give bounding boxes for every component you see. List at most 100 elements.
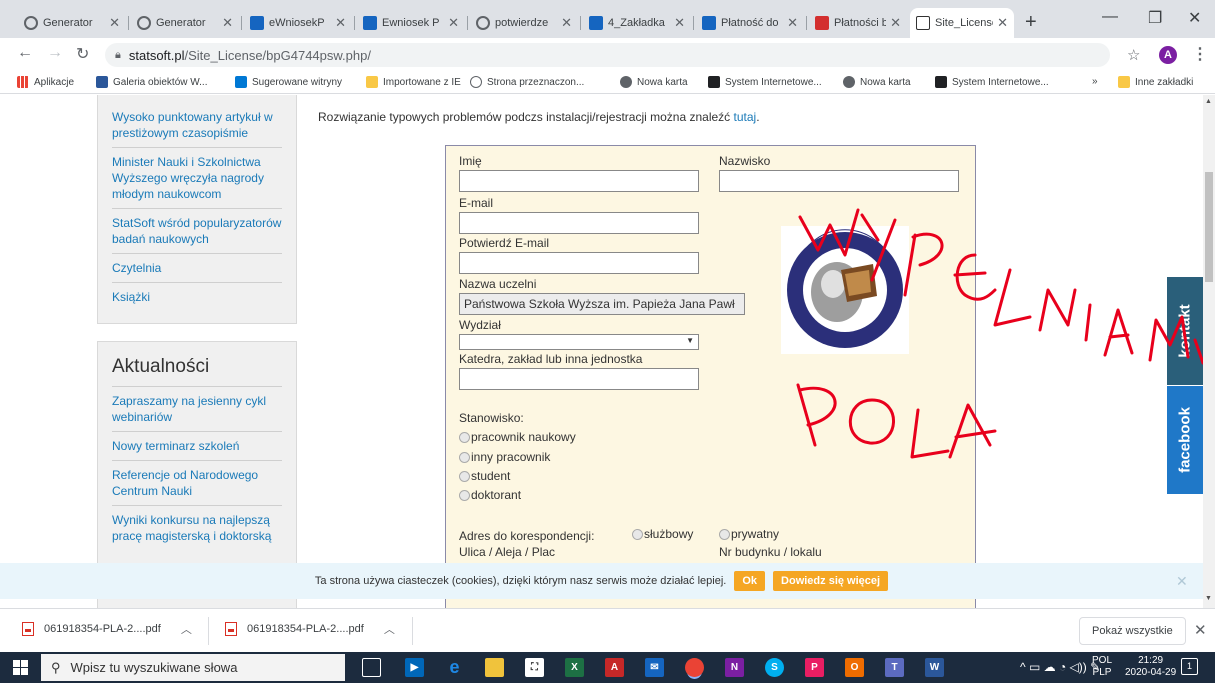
close-tab-icon[interactable]: ✕ [674, 15, 685, 31]
browser-tab[interactable]: potwierdze ✕ [470, 8, 578, 38]
show-all-downloads-button[interactable]: Pokaż wszystkie [1079, 617, 1186, 645]
news-link[interactable]: Zapraszamy na jesienny cykl webinariów [112, 387, 282, 432]
close-tab-icon[interactable]: ✕ [997, 15, 1008, 31]
reload-icon[interactable]: ↻ [76, 44, 89, 64]
bookmark-item[interactable]: Importowane z IE [366, 76, 461, 88]
news-link[interactable]: Wyniki konkursu na najlepszą pracę magis… [112, 506, 282, 550]
close-downloads-icon[interactable]: ✕ [1194, 621, 1207, 639]
mail-icon[interactable]: ✉ [645, 658, 664, 677]
chevron-up-icon[interactable]: ︿ [181, 621, 192, 637]
radio-circle[interactable] [719, 528, 730, 540]
browser-tab[interactable]: Płatność do ✕ [696, 8, 804, 38]
address-radio[interactable]: prywatny [719, 527, 779, 541]
language-indicator[interactable]: POL PLP [1092, 655, 1112, 679]
last-name-input[interactable] [719, 170, 959, 192]
outlook-icon[interactable]: O [845, 658, 864, 677]
university-input[interactable] [459, 293, 745, 315]
menu-dots-icon[interactable]: ⋮ [1192, 44, 1208, 64]
help-link[interactable]: tutaj [734, 110, 757, 124]
close-tab-icon[interactable]: ✕ [561, 15, 572, 31]
radio-circle[interactable] [459, 451, 470, 463]
teams-icon[interactable]: T [885, 658, 904, 677]
restore-icon[interactable]: ❐ [1148, 8, 1162, 28]
radio-circle[interactable] [459, 489, 470, 501]
edge-icon[interactable]: e [445, 658, 464, 677]
download-item[interactable]: 061918354-PLA-2....pdf ︿ [225, 621, 395, 637]
skype-icon[interactable]: S [765, 658, 784, 677]
sidebar-link[interactable]: Czytelnia [112, 254, 282, 283]
browser-tab-active[interactable]: Site_License ✕ [910, 8, 1014, 38]
publisher-icon[interactable]: P [805, 658, 824, 677]
window-close-icon[interactable]: ✕ [1188, 8, 1201, 28]
taskbar-search[interactable]: ⚲ Wpisz tu wyszukiwane słowa [41, 654, 345, 681]
browser-tab[interactable]: eWniosekP ✕ [244, 8, 352, 38]
browser-tab[interactable]: Generator ✕ [18, 8, 126, 38]
system-tray-icons[interactable]: ^ ▭ ☁ ◔ ◁)) ✎ [1020, 660, 1100, 674]
radio-circle[interactable] [632, 528, 643, 540]
department-input[interactable] [459, 368, 699, 390]
position-radio[interactable]: student [459, 469, 510, 483]
profile-avatar[interactable]: A [1159, 46, 1177, 64]
bookmark-star-icon[interactable]: ☆ [1127, 46, 1140, 64]
first-name-input[interactable] [459, 170, 699, 192]
store-icon[interactable]: ⛶ [525, 658, 544, 677]
sidebar-link[interactable]: Książki [112, 283, 282, 311]
cookie-close-icon[interactable]: ✕ [1176, 573, 1188, 590]
chevron-up-icon[interactable]: ︿ [384, 621, 395, 637]
page-scrollbar[interactable]: ▲ ▼ [1203, 95, 1215, 608]
clock[interactable]: 21:29 2020-04-29 [1125, 655, 1176, 679]
scrollbar-thumb[interactable] [1205, 172, 1213, 282]
faculty-select[interactable]: ▼ [459, 334, 699, 350]
cookie-ok-button[interactable]: Ok [734, 571, 766, 591]
position-radio[interactable]: pracownik naukowy [459, 430, 576, 444]
email-confirm-input[interactable] [459, 252, 699, 274]
bookmark-item[interactable]: Nowa karta [620, 76, 688, 88]
news-link[interactable]: Nowy terminarz szkoleń [112, 432, 282, 461]
news-link[interactable]: Referencje od Narodowego Centrum Nauki [112, 461, 282, 506]
radio-circle[interactable] [459, 470, 470, 482]
media-app-icon[interactable]: ▶ [405, 658, 424, 677]
scroll-up-arrow-icon[interactable]: ▲ [1205, 98, 1212, 105]
close-tab-icon[interactable]: ✕ [890, 15, 901, 31]
notifications-icon[interactable]: 1 [1181, 658, 1198, 675]
minimize-icon[interactable]: — [1102, 8, 1118, 26]
position-radio[interactable]: doktorant [459, 488, 521, 502]
sidebar-link[interactable]: StatSoft wśród popularyzatorów badań nau… [112, 209, 282, 254]
sidebar-link[interactable]: Minister Nauki i Szkolnictwa Wyższego wr… [112, 148, 282, 209]
excel-like-icon[interactable]: X [565, 658, 584, 677]
file-explorer-icon[interactable] [485, 658, 504, 677]
bookmark-item[interactable]: Nowa karta [843, 76, 911, 88]
download-item[interactable]: 061918354-PLA-2....pdf ︿ [22, 621, 192, 637]
bookmark-item[interactable]: Aplikacje [17, 76, 74, 88]
back-arrow-icon[interactable]: ← [17, 44, 33, 62]
sidebar-link[interactable]: Wysoko punktowany artykuł w prestiżowym … [112, 103, 282, 148]
bookmark-item[interactable]: Strona przeznaczon... [470, 76, 584, 88]
close-tab-icon[interactable]: ✕ [109, 15, 120, 31]
task-view-icon[interactable] [362, 658, 381, 677]
bookmark-item[interactable]: System Internetowe... [935, 76, 1049, 88]
email-input[interactable] [459, 212, 699, 234]
onenote-icon[interactable]: N [725, 658, 744, 677]
word-icon[interactable]: W [925, 658, 944, 677]
scroll-down-arrow-icon[interactable]: ▼ [1205, 595, 1212, 602]
facebook-side-tab[interactable]: facebook [1167, 386, 1203, 494]
bookmark-item[interactable]: Galeria obiektów W... [96, 76, 207, 88]
bookmark-item[interactable]: System Internetowe... [708, 76, 822, 88]
address-bar[interactable]: 🔒︎ statsoft.pl/Site_License/bpG4744psw.p… [105, 43, 1110, 67]
address-radio[interactable]: służbowy [632, 527, 693, 541]
browser-tab[interactable]: Płatności b ✕ [809, 8, 907, 38]
contact-side-tab[interactable]: kontakt [1167, 277, 1203, 385]
windows-start-icon[interactable] [13, 660, 28, 675]
other-bookmarks[interactable]: Inne zakładki [1118, 76, 1193, 88]
browser-tab[interactable]: Ewniosek P ✕ [357, 8, 465, 38]
new-tab-button[interactable]: + [1025, 11, 1037, 34]
browser-tab[interactable]: Generator ✕ [131, 8, 239, 38]
chrome-taskbar-icon[interactable] [685, 658, 704, 677]
bookmarks-overflow-button[interactable]: » [1092, 76, 1098, 87]
bookmark-item[interactable]: Sugerowane witryny [235, 76, 342, 88]
close-tab-icon[interactable]: ✕ [787, 15, 798, 31]
acrobat-icon[interactable]: A [605, 658, 624, 677]
radio-circle[interactable] [459, 431, 470, 443]
close-tab-icon[interactable]: ✕ [448, 15, 459, 31]
close-tab-icon[interactable]: ✕ [222, 15, 233, 31]
